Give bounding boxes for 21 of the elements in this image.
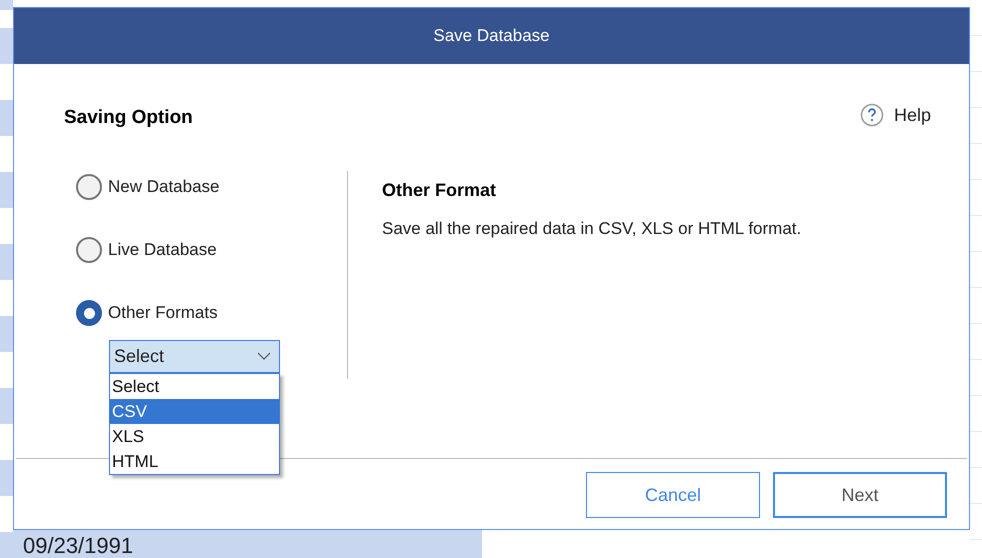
- format-dropdown[interactable]: Select: [109, 340, 280, 372]
- dropdown-option[interactable]: Select: [110, 374, 279, 398]
- radio-option[interactable]: Live Database: [76, 238, 347, 262]
- cancel-button[interactable]: Cancel: [586, 472, 760, 518]
- help-icon: [860, 103, 884, 128]
- detail-description: Save all the repaired data in CSV, XLS or HTML format.: [382, 218, 802, 240]
- radio-option[interactable]: New Database: [76, 174, 347, 200]
- dropdown-option[interactable]: HTML: [110, 448, 279, 474]
- radio-icon: [76, 300, 102, 326]
- detail-title: Other Format: [382, 178, 498, 202]
- window-title: Save Database: [433, 25, 550, 48]
- radio-icon: [76, 174, 102, 200]
- dropdown-option[interactable]: CSV: [110, 398, 279, 424]
- next-button[interactable]: Next: [773, 472, 947, 518]
- section-heading: Saving Option: [64, 106, 193, 130]
- radio-icon: [76, 237, 102, 263]
- dropdown-option[interactable]: XLS: [110, 424, 279, 448]
- help-button[interactable]: Help: [860, 102, 931, 129]
- radio-option[interactable]: Other Formats: [76, 300, 347, 326]
- table-cell: 09/23/1991: [13, 530, 482, 558]
- chevron-down-icon: [257, 352, 271, 360]
